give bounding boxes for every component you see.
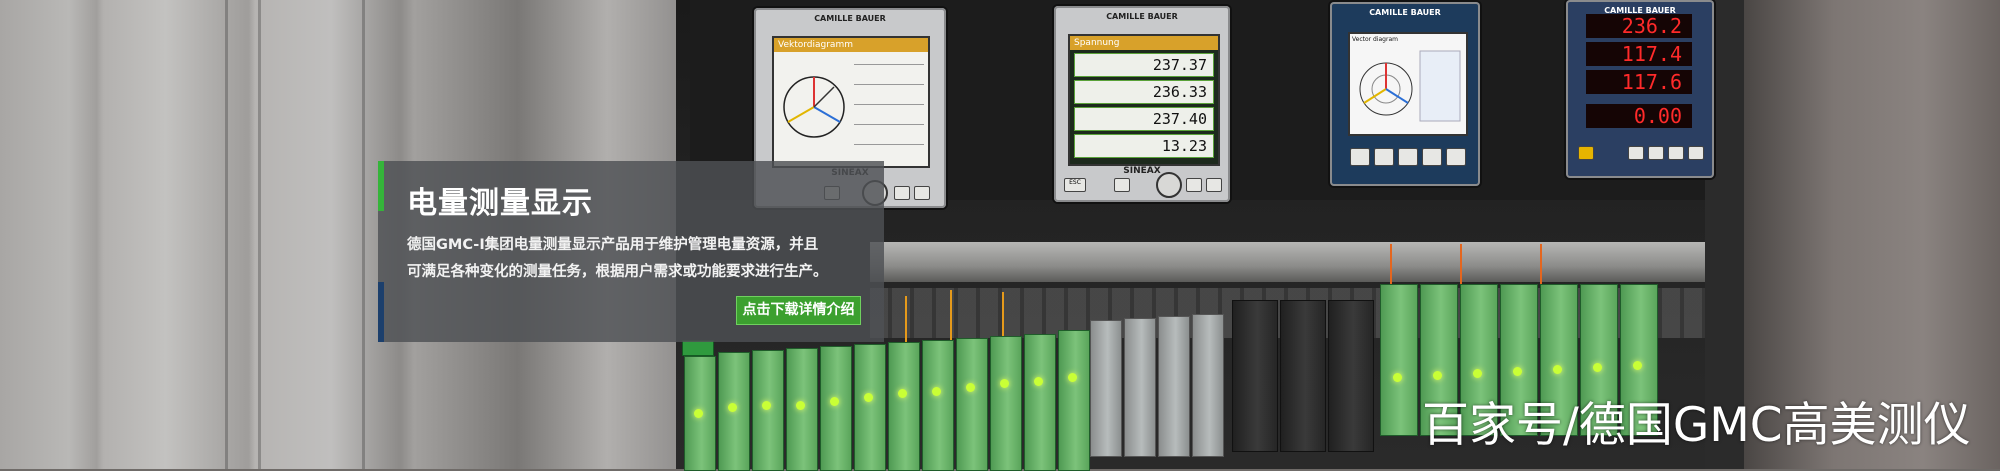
signal-module [922,340,954,471]
accent-bar-blue [378,282,384,342]
signal-module [820,346,852,471]
meter-key[interactable] [1668,146,1684,160]
led-readout: 0.00 [1586,104,1692,128]
meter-brand: CAMILLE BAUER [814,14,886,23]
meter-brand: CAMILLE BAUER [1369,8,1441,17]
meter-key[interactable] [914,186,930,200]
vector-display-meter: CAMILLE BAUER Vector diagram [1330,2,1480,186]
isolator-module [1124,318,1156,457]
signal-module [854,344,886,471]
accent-bar-green [378,161,384,211]
isolator-module [1090,320,1122,457]
signal-module [1058,330,1090,471]
meter-screen: Vektordiagramm [772,36,930,168]
description-line: 德国GMC-I集团电量测量显示产品用于维护管理电量资源，并且 [407,237,819,253]
led-readout: 117.6 [1586,70,1692,94]
meter-key[interactable] [1186,178,1202,192]
meter-screen: Vector diagram [1348,32,1468,136]
meter-key[interactable] [1350,148,1370,166]
relay-module [1280,300,1326,452]
esc-button[interactable]: ESC [1064,178,1086,192]
voltage-meter: CAMILLE BAUER Spannung 237.37 236.33 237… [1054,6,1230,202]
voltage-reading: 236.33 [1074,80,1214,104]
meter-key[interactable] [1422,148,1442,166]
meter-key[interactable] [1374,148,1394,166]
wire [950,290,952,345]
din-rail [870,242,1730,282]
vector-diagram-graphic [783,64,924,145]
isolator-module [1158,316,1190,457]
download-details-button[interactable]: 点击下载详情介绍 [736,296,861,325]
signal-module [752,350,784,471]
led-power-meter: CAMILLE BAUER 236.2 117.4 117.6 0.00 [1566,0,1714,178]
ok-button[interactable] [1156,172,1182,198]
signal-module [1024,334,1056,471]
meter-key[interactable] [1398,148,1418,166]
wire [905,296,907,346]
meter-key[interactable] [894,186,910,200]
signal-module [990,336,1022,471]
vector-diagram-graphic [1359,50,1461,122]
watermark-text: 百家号/德国GMC高美测仪 [1422,398,1971,453]
signal-module [718,352,750,471]
screen-title: Vector diagram [1352,36,1398,43]
meter-key[interactable] [1688,146,1704,160]
meter-key[interactable] [1114,178,1130,192]
signal-module [956,338,988,471]
meter-brand: CAMILLE BAUER [1106,12,1178,21]
isolator-module [1192,314,1224,457]
signal-module [888,342,920,471]
voltage-reading: 13.23 [1074,134,1214,158]
meter-key[interactable] [1446,148,1466,166]
wire [1390,244,1392,284]
banner-description: 德国GMC-I集团电量测量显示产品用于维护管理电量资源，并且 可满足各种变化的测… [407,232,877,286]
screen-title: Spannung [1070,36,1218,50]
wall-groove [258,0,261,469]
meter-key[interactable] [1648,146,1664,160]
relay-module [1232,300,1278,452]
led-readout: 236.2 [1586,14,1692,38]
wire [1002,292,1004,340]
relay-module [1328,300,1374,452]
meter-screen: Spannung 237.37 236.33 237.40 13.23 [1068,34,1220,166]
transducer-module [1380,284,1418,436]
led-readout: 117.4 [1586,42,1692,66]
wall-groove [362,0,365,469]
description-line: 可满足各种变化的测量任务，根据用户需求或功能要求进行生产。 [407,264,828,280]
meter-key[interactable] [1628,146,1644,160]
voltage-reading: 237.40 [1074,107,1214,131]
meter-model: SINEAX [1123,166,1161,176]
info-button[interactable] [1578,146,1594,160]
signal-module [786,348,818,471]
wire [1460,244,1462,284]
wall-groove [225,0,228,469]
meter-key[interactable] [1206,178,1222,192]
terminal-block [682,340,714,356]
screen-title: Vektordiagramm [774,38,928,52]
wire [1540,244,1542,284]
banner-title: 电量测量显示 [407,186,593,221]
signal-module [684,356,716,471]
voltage-reading: 237.37 [1074,53,1214,77]
